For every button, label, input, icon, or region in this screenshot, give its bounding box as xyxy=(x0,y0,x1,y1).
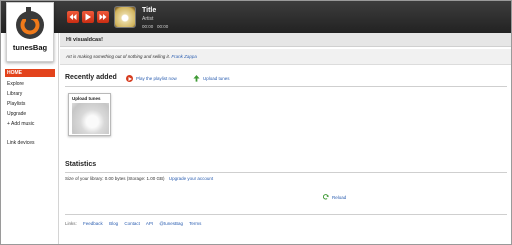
quote: Art is making something out of nothing a… xyxy=(66,54,197,59)
time-elapsed: 00:00 xyxy=(142,24,154,29)
time-total: 00:00 xyxy=(157,24,169,29)
player-bar: Title Artist 00:00 00:00 xyxy=(1,1,511,33)
upload-tunes-card[interactable]: Upload tunes xyxy=(68,93,111,136)
sidebar-item-library[interactable]: Library xyxy=(5,91,55,97)
quote-author-link[interactable]: Frank Zappa xyxy=(171,54,197,59)
footer-link-tunesbag[interactable]: @tunesBag xyxy=(159,221,183,226)
library-size-line: Size of your library: 0.00 bytes (Storag… xyxy=(65,176,213,181)
greeting-text: Hi visualdcas! xyxy=(66,37,103,43)
app-window: Title Artist 00:00 00:00 tunesBag HOME E… xyxy=(0,0,512,245)
tunesbag-logo-icon xyxy=(16,7,44,39)
previous-icon xyxy=(69,14,77,20)
card-artwork xyxy=(72,103,109,134)
reload-link[interactable]: Reload xyxy=(332,195,346,200)
footer-link-contact[interactable]: Contact xyxy=(124,221,140,226)
play-playlist-icon[interactable] xyxy=(126,75,133,82)
play-icon xyxy=(128,76,132,81)
divider xyxy=(65,172,507,173)
sidebar-item-home[interactable]: HOME xyxy=(5,69,55,77)
play-icon xyxy=(85,13,91,21)
footer-link-api[interactable]: API xyxy=(146,221,153,226)
sidebar-item-explore[interactable]: Explore xyxy=(5,81,55,87)
play-button[interactable] xyxy=(82,11,94,23)
logo[interactable]: tunesBag xyxy=(6,2,54,62)
upload-tunes-link[interactable]: Upload tunes xyxy=(203,76,230,81)
play-playlist-link[interactable]: Play the playlist now xyxy=(136,76,177,81)
divider xyxy=(65,214,507,215)
sidebar: HOME Explore Library Playlists Upgrade +… xyxy=(1,33,59,244)
footer-link-blog[interactable]: Blog xyxy=(109,221,118,226)
card-label: Upload tunes xyxy=(72,96,101,101)
album-cover xyxy=(114,6,136,28)
reload-icon[interactable] xyxy=(323,194,329,200)
sidebar-item-add-music[interactable]: + Add music xyxy=(5,121,55,127)
recently-added-heading: Recently added xyxy=(65,74,117,81)
footer-links: Links: Feedback Blog Contact API @tunesB… xyxy=(65,221,201,226)
track-title: Title xyxy=(142,7,157,14)
sidebar-item-playlists[interactable]: Playlists xyxy=(5,101,55,107)
statistics-heading: Statistics xyxy=(65,161,97,168)
footer-prefix: Links: xyxy=(65,221,77,226)
sidebar-item-upgrade[interactable]: Upgrade xyxy=(5,111,55,117)
greeting-bar: Hi visualdcas! xyxy=(60,33,511,47)
next-button[interactable] xyxy=(97,11,109,23)
quote-bar: Art is making something out of nothing a… xyxy=(60,49,511,65)
footer-link-feedback[interactable]: Feedback xyxy=(83,221,103,226)
track-artist: Artist xyxy=(142,16,154,22)
divider xyxy=(65,86,507,87)
previous-button[interactable] xyxy=(67,11,79,23)
footer-link-terms[interactable]: Terms xyxy=(189,221,201,226)
library-size-text: Size of your library: 0.00 bytes (Storag… xyxy=(65,176,165,181)
upload-icon[interactable] xyxy=(193,75,200,82)
next-icon xyxy=(99,14,107,20)
sidebar-item-link-devices[interactable]: Link devices xyxy=(5,140,55,146)
quote-text: Art is making something out of nothing a… xyxy=(66,54,171,59)
logo-text: tunesBag xyxy=(12,43,48,52)
upgrade-account-link[interactable]: Upgrade your account xyxy=(169,176,213,181)
